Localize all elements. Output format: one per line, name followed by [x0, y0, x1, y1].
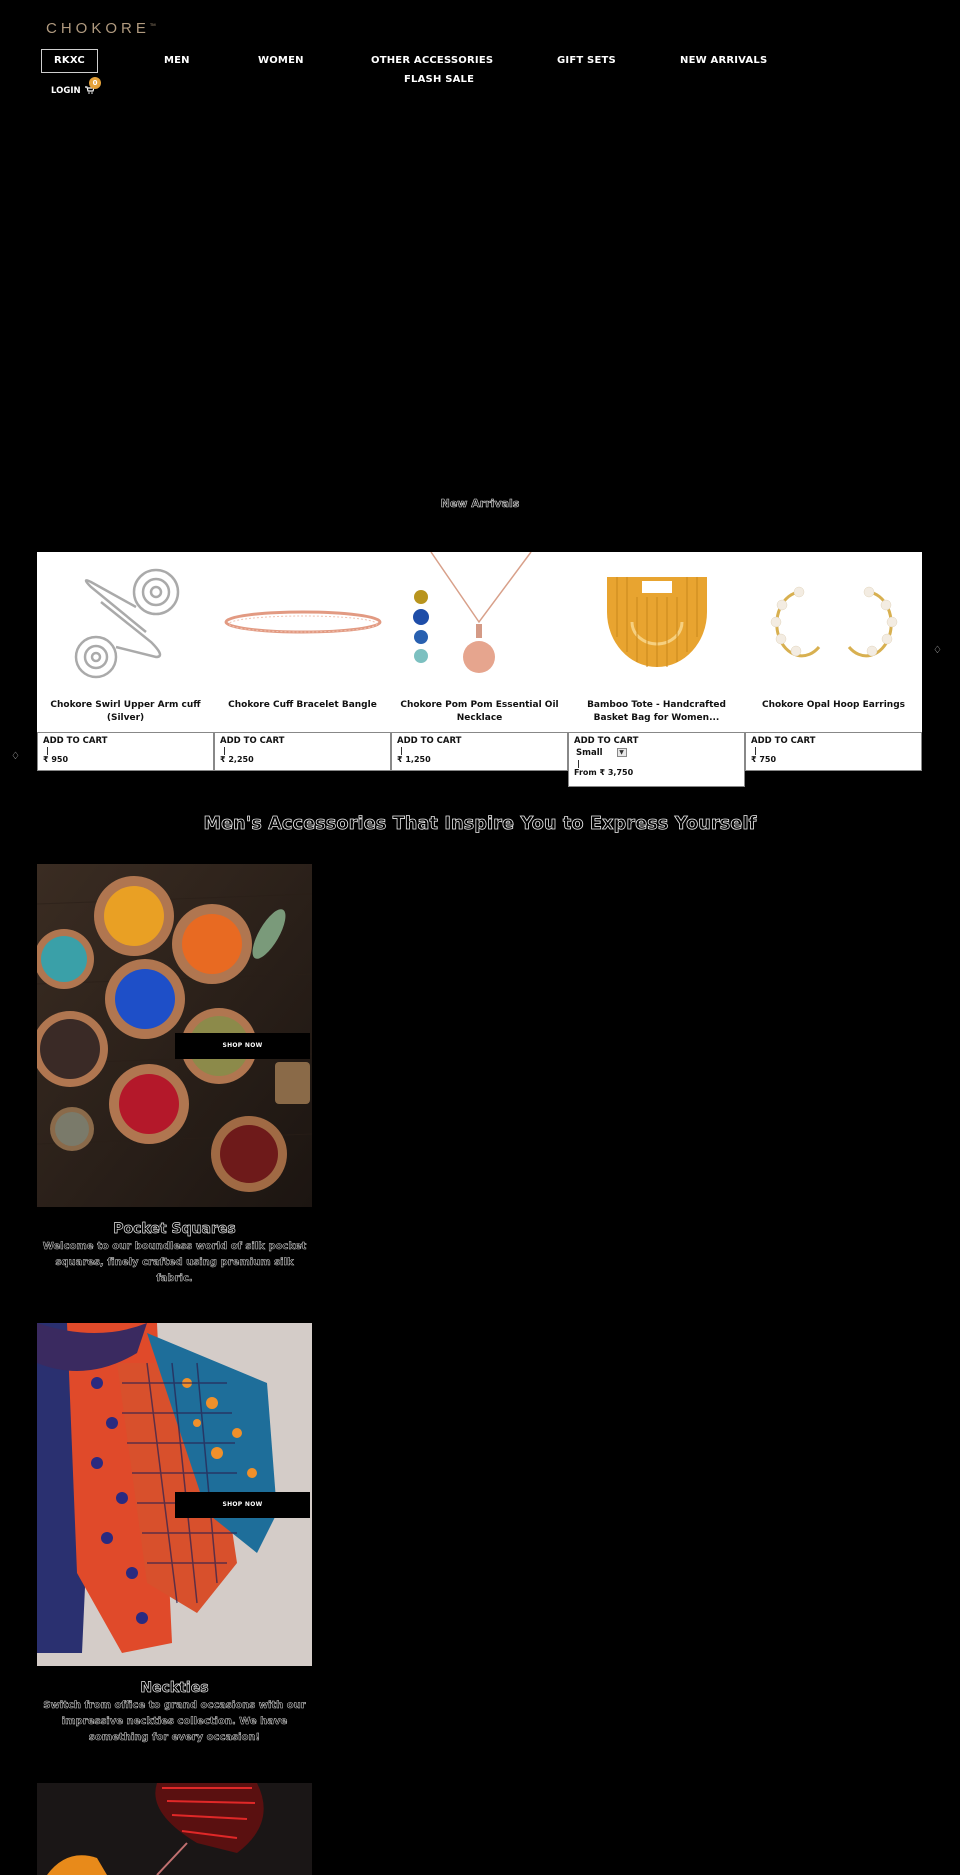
nav-item-women[interactable]: WOMEN — [258, 55, 304, 66]
product-image-cuff-bangle[interactable] — [214, 552, 391, 691]
product-card: Chokore Swirl Upper Arm cuff (Silver) AD… — [37, 552, 214, 771]
nav-item-rkxc[interactable]: RKXC — [41, 49, 98, 73]
add-to-cart-button[interactable]: ADD TO CART — [43, 736, 208, 746]
product-price: ₹ 2,250 — [220, 755, 254, 764]
cart-count-badge: 0 — [89, 77, 101, 89]
product-price: ₹ 950 — [43, 755, 69, 764]
product-actions: ADD TO CART | ₹ 750 — [745, 732, 922, 771]
product-actions: ADD TO CART | ₹ 2,250 — [214, 732, 391, 771]
product-name[interactable]: Chokore Opal Hoop Earrings — [749, 699, 918, 712]
product-card: Chokore Opal Hoop Earrings ADD TO CART |… — [745, 552, 922, 771]
separator: | — [754, 746, 757, 755]
product-image-pom-pom-necklace[interactable] — [391, 552, 568, 691]
product-image-area[interactable]: Chokore Cuff Bracelet Bangle — [214, 552, 391, 732]
product-image-opal-hoops[interactable] — [745, 552, 922, 691]
product-card: Chokore Pom Pom Essential Oil Necklace A… — [391, 552, 568, 771]
nav-item-flash-sale[interactable]: FLASH SALE — [404, 74, 474, 85]
category-image-partial[interactable] — [37, 1783, 312, 1875]
product-name[interactable]: Chokore Swirl Upper Arm cuff (Silver) — [41, 699, 210, 725]
add-to-cart-button[interactable]: ADD TO CART — [574, 736, 739, 746]
add-to-cart-button[interactable]: ADD TO CART — [220, 736, 385, 746]
category-description: Switch from office to grand occasions wi… — [43, 1700, 306, 1744]
category-title[interactable]: Pocket Squares — [37, 1221, 312, 1238]
product-image-area[interactable]: Chokore Swirl Upper Arm cuff (Silver) — [37, 552, 214, 732]
login-link[interactable]: LOGIN — [51, 86, 81, 96]
product-actions: ADD TO CART Small ▼ | From ₹ 3,750 — [568, 732, 745, 787]
category-third — [37, 1783, 312, 1875]
neckties-image[interactable]: SHOP NOW — [37, 1323, 312, 1666]
product-image-bamboo-tote[interactable] — [568, 552, 745, 691]
product-actions: ADD TO CART | ₹ 1,250 — [391, 732, 568, 771]
nav-item-gift-sets[interactable]: GIFT SETS — [557, 55, 616, 66]
chevron-down-icon[interactable]: ▼ — [616, 748, 627, 757]
mens-accessories-heading: Men's Accessories That Inspire You to Ex… — [203, 814, 757, 835]
arrow-left-icon[interactable]: ♢ — [11, 751, 20, 762]
product-card: Bamboo Tote - Handcrafted Basket Bag for… — [568, 552, 745, 787]
category-title[interactable]: Neckties — [37, 1680, 312, 1697]
shop-now-button[interactable]: SHOP NOW — [175, 1033, 310, 1059]
brand-logo[interactable]: CHOKORETM — [46, 20, 156, 37]
product-name[interactable]: Chokore Cuff Bracelet Bangle — [218, 699, 387, 712]
product-price: ₹ 750 — [751, 755, 777, 764]
product-image-area[interactable]: Chokore Pom Pom Essential Oil Necklace — [391, 552, 568, 732]
separator: | — [223, 746, 226, 755]
shop-now-button[interactable]: SHOP NOW — [175, 1492, 310, 1518]
product-image-area[interactable]: Chokore Opal Hoop Earrings — [745, 552, 922, 732]
nav-item-men[interactable]: MEN — [164, 55, 190, 66]
new-arrivals-title: New Arrivals — [440, 497, 520, 511]
product-name[interactable]: Chokore Pom Pom Essential Oil Necklace — [395, 699, 564, 725]
pocket-squares-image[interactable]: SHOP NOW — [37, 864, 312, 1207]
variant-select[interactable]: Small ▼ — [574, 746, 739, 759]
product-price: From ₹ 3,750 — [574, 768, 634, 777]
arrow-right-icon[interactable]: ♢ — [933, 645, 942, 656]
product-image-area[interactable]: Bamboo Tote - Handcrafted Basket Bag for… — [568, 552, 745, 732]
nav-item-new-arrivals[interactable]: NEW ARRIVALS — [680, 55, 767, 66]
add-to-cart-button[interactable]: ADD TO CART — [751, 736, 916, 746]
product-actions: ADD TO CART | ₹ 950 — [37, 732, 214, 771]
category-neckties: SHOP NOW Neckties Switch from office to … — [37, 1323, 312, 1746]
trademark: TM — [149, 22, 156, 27]
add-to-cart-button[interactable]: ADD TO CART — [397, 736, 562, 746]
separator: | — [577, 759, 580, 768]
nav-item-other-accessories[interactable]: OTHER ACCESSORIES — [371, 55, 493, 66]
category-pocket-squares: SHOP NOW Pocket Squares Welcome to our b… — [37, 864, 312, 1287]
product-card: Chokore Cuff Bracelet Bangle ADD TO CART… — [214, 552, 391, 771]
logo-text: CHOKORE — [46, 20, 150, 37]
product-name[interactable]: Bamboo Tote - Handcrafted Basket Bag for… — [572, 699, 741, 725]
product-image-swirl-cuff[interactable] — [37, 552, 214, 691]
product-price: ₹ 1,250 — [397, 755, 431, 764]
separator: | — [400, 746, 403, 755]
variant-value: Small — [576, 747, 603, 758]
category-description: Welcome to our boundless world of silk p… — [42, 1241, 307, 1285]
separator: | — [46, 746, 49, 755]
